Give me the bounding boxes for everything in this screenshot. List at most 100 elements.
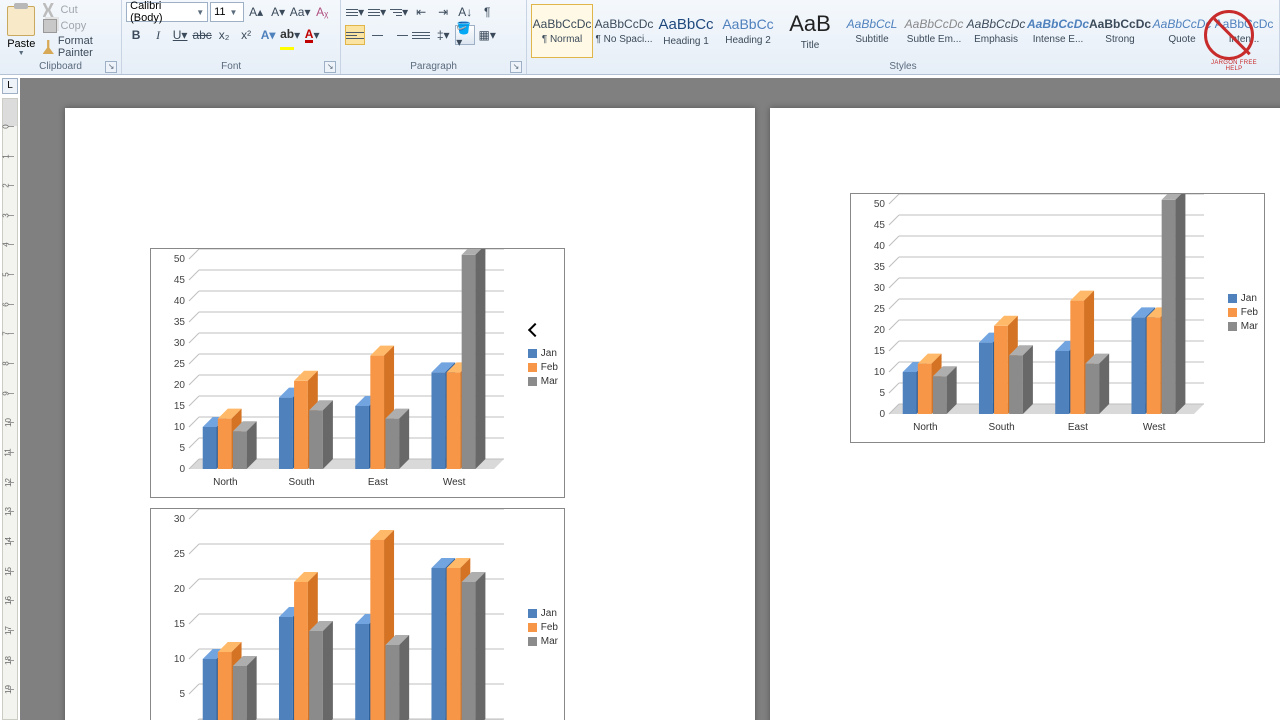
subscript-button[interactable]: x₂: [214, 25, 234, 45]
svg-text:East: East: [1068, 422, 1088, 433]
style---normal[interactable]: AaBbCcDc¶ Normal: [531, 4, 593, 58]
svg-text:30: 30: [174, 514, 186, 525]
svg-text:25: 25: [174, 549, 186, 560]
paragraph-launcher[interactable]: ↘: [510, 61, 522, 73]
svg-text:20: 20: [874, 325, 886, 336]
style-strong[interactable]: AaBbCcDcStrong: [1089, 4, 1151, 58]
svg-text:45: 45: [174, 275, 186, 286]
change-case-button[interactable]: Aa▾: [290, 2, 310, 22]
svg-text:45: 45: [874, 220, 886, 231]
style-intense-e---[interactable]: AaBbCcDcIntense E...: [1027, 4, 1089, 58]
tab-selector[interactable]: L: [2, 78, 18, 94]
font-color-button[interactable]: A▾: [302, 25, 322, 45]
chart-bottom-left[interactable]: 051015202530NorthSouthEastWestJanFebMar: [150, 508, 565, 720]
svg-text:10: 10: [174, 422, 186, 433]
page-2: 05101520253035404550NorthSouthEastWestJa…: [770, 108, 1280, 720]
paste-button[interactable]: Paste ▼: [4, 6, 39, 57]
paragraph-title: Paragraph: [410, 61, 457, 72]
clipboard-launcher[interactable]: ↘: [105, 61, 117, 73]
grow-font-button[interactable]: A▴: [246, 2, 266, 22]
format-painter-label: Format Painter: [58, 35, 117, 59]
svg-text:5: 5: [879, 388, 885, 399]
vertical-ruler[interactable]: 012345678910111213141516171819: [2, 98, 18, 720]
borders-button[interactable]: ▦▾: [477, 25, 497, 45]
watermark-stamp: JARGON FREE HELP: [1204, 10, 1264, 70]
svg-text:10: 10: [174, 654, 186, 665]
stamp-text: JARGON FREE HELP: [1204, 60, 1264, 72]
strike-button[interactable]: abc: [192, 25, 212, 45]
clear-format-button[interactable]: Aᵪ: [312, 2, 332, 22]
format-painter-button[interactable]: Format Painter: [43, 35, 118, 59]
svg-text:5: 5: [179, 443, 185, 454]
svg-text:South: South: [289, 477, 315, 488]
cut-button[interactable]: Cut: [43, 3, 118, 17]
svg-text:15: 15: [874, 346, 886, 357]
bullets-button[interactable]: ▾: [345, 2, 365, 22]
svg-text:20: 20: [174, 380, 186, 391]
chart-top-left[interactable]: 05101520253035404550NorthSouthEastWestJa…: [150, 248, 565, 498]
svg-text:15: 15: [174, 619, 186, 630]
highlight-button[interactable]: ab▾: [280, 25, 300, 45]
svg-text:South: South: [989, 422, 1015, 433]
style-heading-2[interactable]: AaBbCcHeading 2: [717, 4, 779, 58]
svg-text:50: 50: [874, 199, 886, 210]
brush-icon: [43, 40, 54, 54]
multilevel-button[interactable]: ▾: [389, 2, 409, 22]
text-effects-button[interactable]: A▾: [258, 25, 278, 45]
font-size-combo[interactable]: 11▼: [210, 2, 244, 22]
svg-text:North: North: [213, 477, 237, 488]
style-subtle-em---[interactable]: AaBbCcDcSubtle Em...: [903, 4, 965, 58]
svg-text:30: 30: [174, 338, 186, 349]
scissors-icon: [43, 3, 57, 17]
dec-indent-button[interactable]: ⇤: [411, 2, 431, 22]
style---no-spaci---[interactable]: AaBbCcDc¶ No Spaci...: [593, 4, 655, 58]
svg-text:35: 35: [174, 317, 186, 328]
svg-text:40: 40: [174, 296, 186, 307]
italic-button[interactable]: I: [148, 25, 168, 45]
style-emphasis[interactable]: AaBbCcDcEmphasis: [965, 4, 1027, 58]
inc-indent-button[interactable]: ⇥: [433, 2, 453, 22]
align-right-button[interactable]: [389, 25, 409, 45]
show-marks-button[interactable]: ¶: [477, 2, 497, 22]
svg-text:0: 0: [179, 464, 185, 475]
document-area[interactable]: 05101520253035404550NorthSouthEastWestJa…: [20, 78, 1280, 720]
ribbon: Paste ▼ Cut Copy Format Painter Clipboar…: [0, 0, 1280, 75]
paste-icon: [7, 6, 35, 36]
style-title[interactable]: AaBTitle: [779, 4, 841, 58]
align-left-button[interactable]: [345, 25, 365, 45]
paste-label: Paste: [7, 38, 35, 50]
svg-text:20: 20: [174, 584, 186, 595]
justify-button[interactable]: [411, 25, 431, 45]
style-gallery[interactable]: AaBbCcDc¶ NormalAaBbCcDc¶ No Spaci...AaB…: [531, 4, 1275, 58]
shrink-font-button[interactable]: A▾: [268, 2, 288, 22]
underline-button[interactable]: U▾: [170, 25, 190, 45]
styles-title: Styles: [889, 61, 916, 72]
sort-button[interactable]: A↓: [455, 2, 475, 22]
svg-text:West: West: [1143, 422, 1166, 433]
group-styles: AaBbCcDc¶ NormalAaBbCcDc¶ No Spaci...AaB…: [527, 0, 1280, 74]
page-1: 05101520253035404550NorthSouthEastWestJa…: [65, 108, 755, 720]
font-size-value: 11: [214, 6, 225, 18]
superscript-button[interactable]: x²: [236, 25, 256, 45]
copy-button[interactable]: Copy: [43, 19, 118, 33]
shading-button[interactable]: 🪣▾: [455, 25, 475, 45]
svg-text:5: 5: [179, 689, 185, 700]
copy-label: Copy: [61, 20, 87, 32]
bold-button[interactable]: B: [126, 25, 146, 45]
style-heading-1[interactable]: AaBbCcHeading 1: [655, 4, 717, 58]
svg-text:25: 25: [874, 304, 886, 315]
cut-label: Cut: [61, 4, 78, 16]
svg-text:50: 50: [174, 254, 186, 265]
line-spacing-button[interactable]: ‡▾: [433, 25, 453, 45]
font-launcher[interactable]: ↘: [324, 61, 336, 73]
svg-text:40: 40: [874, 241, 886, 252]
chart-right[interactable]: 05101520253035404550NorthSouthEastWestJa…: [850, 193, 1265, 443]
align-center-button[interactable]: [367, 25, 387, 45]
svg-text:0: 0: [879, 409, 885, 420]
copy-icon: [43, 19, 57, 33]
svg-text:30: 30: [874, 283, 886, 294]
svg-text:15: 15: [174, 401, 186, 412]
style-subtitle[interactable]: AaBbCcLSubtitle: [841, 4, 903, 58]
font-name-combo[interactable]: Calibri (Body)▼: [126, 2, 208, 22]
numbering-button[interactable]: ▾: [367, 2, 387, 22]
